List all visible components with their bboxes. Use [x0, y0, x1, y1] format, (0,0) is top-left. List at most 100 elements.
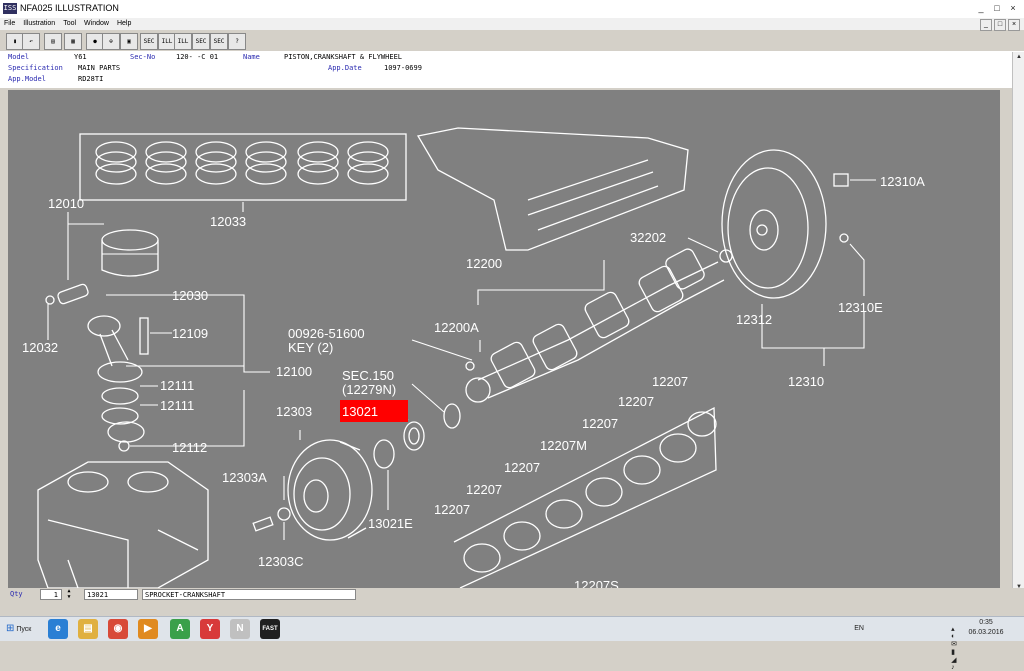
grid-icon[interactable]: ▦ — [64, 33, 82, 50]
label-12207m[interactable]: 12207M — [540, 438, 587, 453]
connecting-rod-icon — [87, 315, 149, 383]
label-00926-51600[interactable]: 00926-51600 — [288, 326, 365, 341]
scroll-up-icon[interactable]: ▲ — [1014, 52, 1024, 62]
washer-icon — [373, 439, 395, 469]
qty-spinner[interactable]: ▲ ▼ — [64, 588, 74, 601]
close-button[interactable]: × — [1006, 1, 1020, 15]
key-icon — [465, 361, 475, 371]
menu-bar: File Illustration Tool Window Help — [0, 18, 1024, 30]
label-key: KEY (2) — [288, 340, 333, 355]
label-12310a[interactable]: 12310A — [880, 174, 925, 189]
label-12200[interactable]: 12200 — [466, 256, 502, 271]
start-label: Пуск — [16, 626, 32, 633]
label-12207s[interactable]: 12207S — [574, 578, 619, 588]
print-icon[interactable]: ▤ — [44, 33, 62, 50]
start-button[interactable]: ⊞ Пуск — [2, 620, 35, 638]
label-13021e[interactable]: 13021E — [368, 516, 413, 531]
menu-file[interactable]: File — [0, 18, 19, 30]
mdi-close-button[interactable]: × — [1008, 19, 1020, 31]
windows-taskbar: ⊞ Пуск e ▤ ◉ ▶ A Y N FAST EN ▴ ◐ ✉ ▮ ◢ ♪ 0:35 0… — [0, 616, 1024, 671]
cylinder-block-icon — [37, 461, 209, 588]
sec2-button[interactable]: SEC — [192, 33, 210, 50]
name-value: PISTON,CRANKSHAFT & FLYWHEEL — [284, 53, 403, 61]
label-12032[interactable]: 12032 — [22, 340, 58, 355]
label-12111-b[interactable]: 12111 — [160, 398, 194, 413]
piston-pin-icon — [45, 283, 89, 305]
sec-button[interactable]: SEC — [140, 33, 158, 50]
label-sec150[interactable]: SEC.150 — [342, 368, 394, 383]
label-12207-d[interactable]: 12207 — [504, 460, 540, 475]
flywheel-bolt-icon — [833, 173, 849, 187]
ill-bold-button[interactable]: ILL — [174, 33, 192, 50]
tray-icons[interactable]: ▴ ◐ ✉ ▮ ◢ ♪ — [951, 625, 960, 671]
app-icon: ISS — [3, 3, 17, 14]
title-bar: ISS NFA025 ILLUSTRATION _ □ × — [0, 0, 1024, 19]
menu-illustration[interactable]: Illustration — [19, 18, 59, 30]
app-a-icon[interactable]: A — [170, 619, 190, 639]
name-label: Name — [243, 53, 260, 61]
washer-icon — [443, 403, 461, 429]
menu-help[interactable]: Help — [113, 18, 135, 30]
back-icon[interactable]: ↶ — [22, 33, 40, 50]
label-12207-b[interactable]: 12207 — [618, 394, 654, 409]
yandex-icon[interactable]: Y — [200, 619, 220, 639]
nissan-icon[interactable]: N — [230, 619, 250, 639]
label-12109[interactable]: 12109 — [172, 326, 208, 341]
label-12111-a[interactable]: 12111 — [160, 378, 194, 393]
crank-pulley-icon — [287, 439, 373, 541]
mdi-minimize-button[interactable]: _ — [980, 19, 992, 31]
qty-field[interactable]: 1 — [40, 589, 62, 600]
help-icon[interactable]: ? — [228, 33, 246, 50]
label-12207-a[interactable]: 12207 — [652, 374, 688, 389]
illustration-canvas[interactable]: 12010 12033 12032 12030 12109 12100 1211… — [8, 90, 1000, 588]
player-icon[interactable]: ▶ — [138, 619, 158, 639]
language-indicator[interactable]: EN — [854, 625, 864, 632]
label-12207-c[interactable]: 12207 — [582, 416, 618, 431]
label-12310e[interactable]: 12310E — [838, 300, 883, 315]
label-12100[interactable]: 12100 — [276, 364, 312, 379]
appdate-value: 1097-0699 — [384, 64, 422, 72]
label-12010[interactable]: 12010 — [48, 196, 84, 211]
label-12303[interactable]: 12303 — [276, 404, 312, 419]
label-13021[interactable]: 13021 — [342, 404, 378, 419]
chrome-icon[interactable]: ◉ — [108, 619, 128, 639]
sec3-button[interactable]: SEC — [210, 33, 228, 50]
piston-rings-icon — [95, 141, 389, 185]
frame-icon[interactable]: ▣ — [120, 33, 138, 50]
minimize-button[interactable]: _ — [974, 1, 988, 15]
menu-tool[interactable]: Tool — [59, 18, 80, 30]
label-12310[interactable]: 12310 — [788, 374, 824, 389]
label-12033[interactable]: 12033 — [210, 214, 246, 229]
windows-logo-icon: ⊞ — [6, 623, 15, 634]
toolbar: ▮ ↶ ▤ ▦ ● ⊕ ▣ SEC ILL ILL SEC SEC? — [0, 31, 1024, 52]
maximize-button[interactable]: □ — [990, 1, 1004, 15]
label-12303a[interactable]: 12303A — [222, 470, 267, 485]
secno-label: Sec-No — [130, 53, 156, 61]
label-12312[interactable]: 12312 — [736, 312, 772, 327]
label-12207-f[interactable]: 12207 — [434, 502, 470, 517]
label-12200a[interactable]: 12200A — [434, 320, 479, 335]
zoom-icon[interactable]: ⊕ — [102, 33, 120, 50]
label-12030[interactable]: 12030 — [172, 288, 208, 303]
bolt-icon — [252, 516, 274, 532]
vertical-scrollbar[interactable]: ▲ ▼ — [1012, 52, 1024, 592]
mdi-restore-button[interactable]: □ — [994, 19, 1006, 31]
label-12112[interactable]: 12112 — [172, 440, 207, 455]
label-32202[interactable]: 32202 — [630, 230, 666, 245]
appmodel-value: RD28TI — [78, 75, 104, 83]
qty-label: Qty — [10, 590, 23, 598]
menu-window[interactable]: Window — [80, 18, 113, 30]
fast-icon[interactable]: FAST — [260, 619, 280, 639]
appmodel-label: App.Model — [8, 75, 46, 83]
label-12279n[interactable]: (12279N) — [342, 382, 396, 397]
folder-icon[interactable]: ▤ — [78, 619, 98, 639]
label-12207-e[interactable]: 12207 — [466, 482, 502, 497]
model-label: Model — [8, 53, 30, 61]
spec-value: MAIN PARTS — [78, 64, 121, 72]
piston-icon — [101, 229, 159, 277]
label-12303c[interactable]: 12303C — [258, 554, 304, 569]
status-bar: Qty 1 ▲ ▼ 13021 SPROCKET-CRANKSHAFT — [0, 588, 1024, 616]
model-value: Y61 — [74, 53, 87, 61]
window-title: NFA025 ILLUSTRATION — [20, 3, 119, 13]
ie-icon[interactable]: e — [48, 619, 68, 639]
